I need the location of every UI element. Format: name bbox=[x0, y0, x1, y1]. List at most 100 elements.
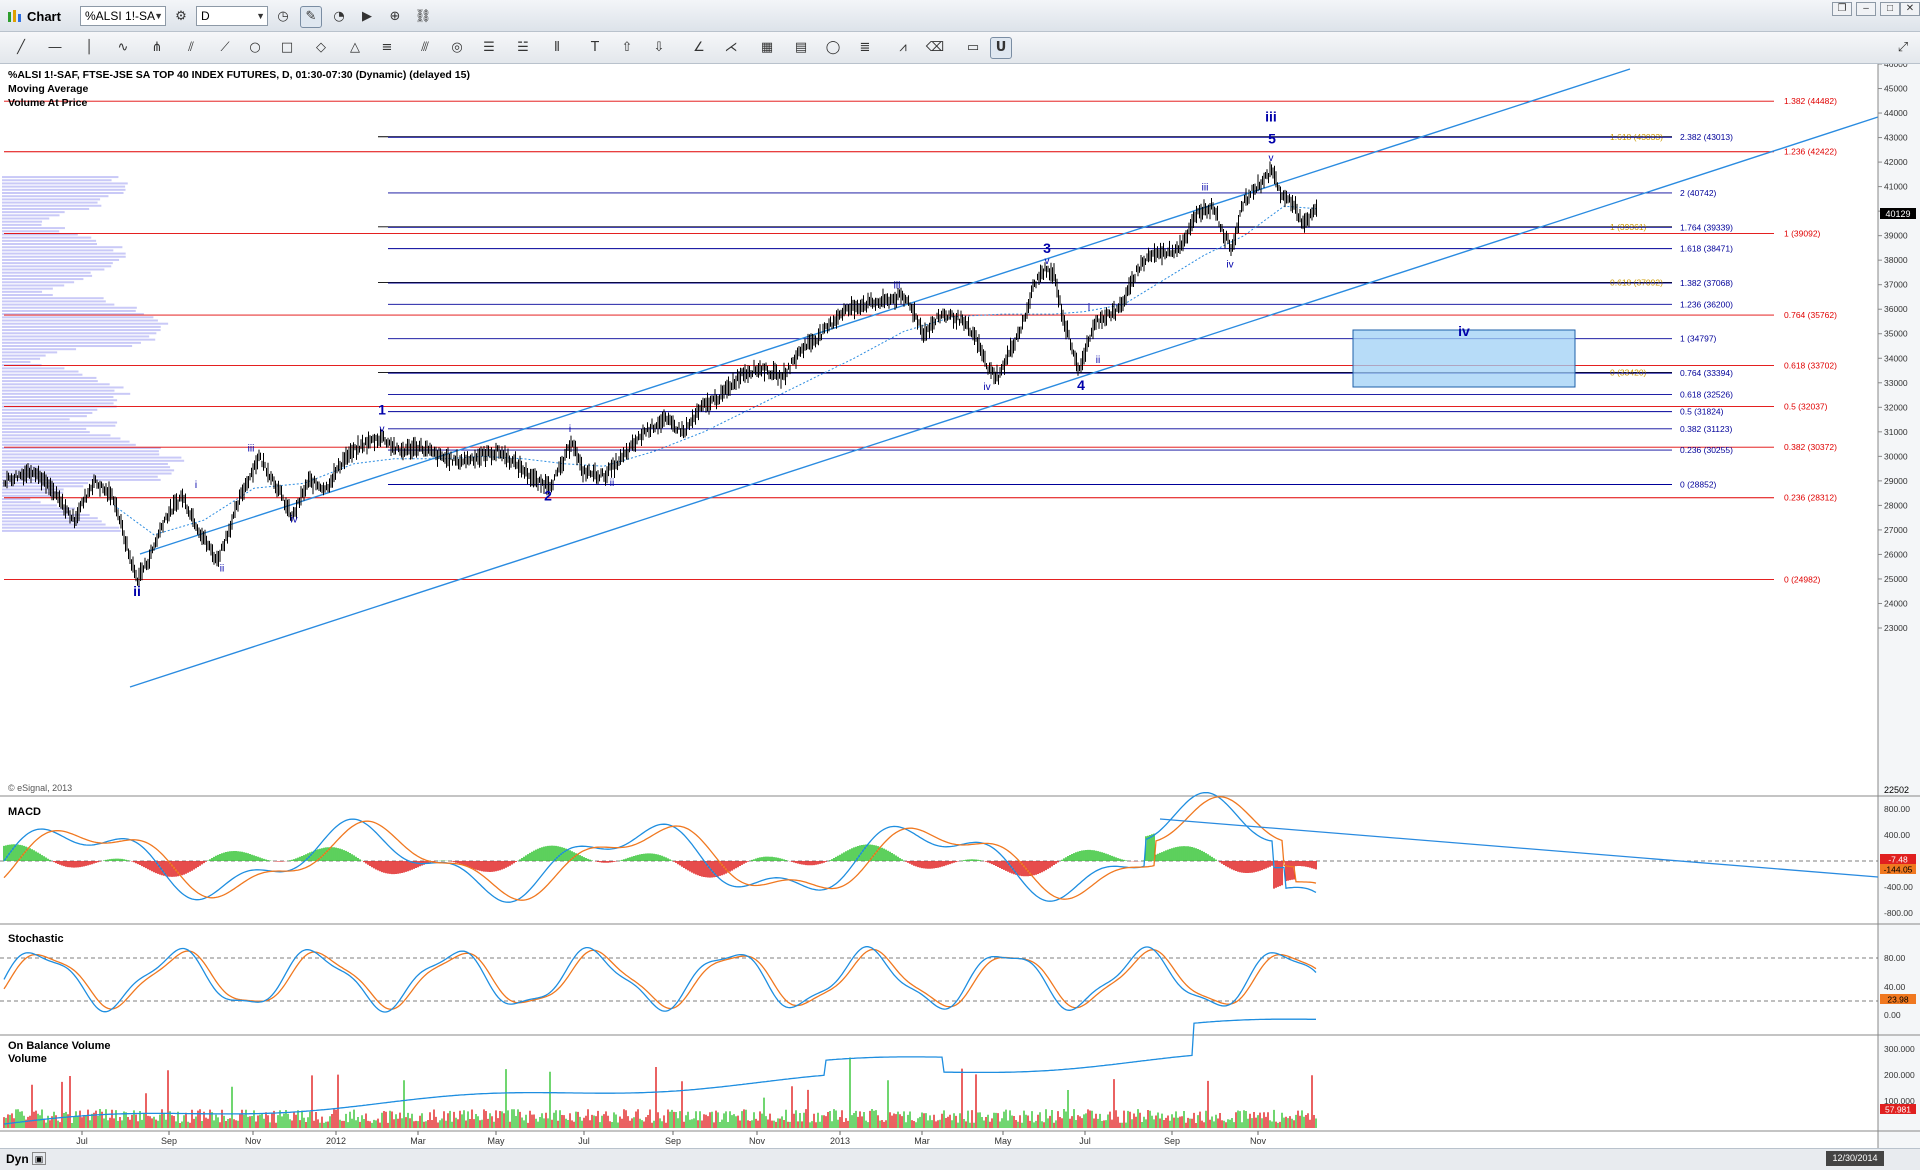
volume-at-price-bar bbox=[2, 214, 60, 217]
fib-retracement-icon[interactable]: ☰ bbox=[478, 37, 500, 59]
ellipse-icon[interactable]: ○ bbox=[244, 37, 266, 59]
pti-icon[interactable]: ≣ bbox=[854, 37, 876, 59]
clock-icon[interactable]: ◷ bbox=[272, 6, 294, 28]
link-icon[interactable]: ⛓ bbox=[412, 6, 434, 28]
macd-tick-label: -800.00 bbox=[1884, 908, 1913, 918]
wave-label: iii bbox=[248, 443, 255, 454]
time-tick-label: Jul bbox=[578, 1136, 590, 1146]
price-tick-label: 41000 bbox=[1884, 182, 1908, 192]
vertical-line-icon[interactable]: │ bbox=[78, 37, 100, 59]
fib-level-label: 0.618 (32526) bbox=[1680, 389, 1733, 399]
wave-label: v bbox=[1045, 256, 1050, 267]
pitchfork-icon[interactable]: ⋔ bbox=[146, 37, 168, 59]
fib-level-label: 0.5 (31824) bbox=[1680, 407, 1724, 417]
fib-level-label: 0.382 (30372) bbox=[1784, 442, 1837, 452]
volume-at-price-bar bbox=[2, 262, 113, 265]
zoom-icon[interactable]: ⊕ bbox=[384, 6, 406, 28]
settings-gear-icon[interactable]: ⚙ bbox=[170, 6, 192, 28]
volume-at-price-bar bbox=[2, 258, 120, 261]
fib-level-label: 1.382 (37068) bbox=[1680, 278, 1733, 288]
scroll-lock-icon[interactable]: ▣ bbox=[32, 1152, 46, 1165]
regression-icon[interactable]: ⫻ bbox=[414, 37, 436, 59]
minimize-icon[interactable]: – bbox=[1856, 2, 1876, 16]
arrow-up-icon[interactable]: ⇧ bbox=[616, 37, 638, 59]
chevron-down-icon: ▼ bbox=[154, 11, 163, 21]
cycle-icon[interactable]: ◯ bbox=[822, 37, 844, 59]
volume-at-price-bar bbox=[2, 176, 119, 179]
fib-level-label: 0.618 (33702) bbox=[1784, 361, 1837, 371]
volume-at-price-bar bbox=[2, 472, 172, 475]
obv-label: On Balance Volume bbox=[8, 1040, 111, 1052]
channel-icon[interactable]: ⫽ bbox=[180, 37, 202, 59]
volume-at-price-bar bbox=[2, 421, 118, 424]
wave-label: ii bbox=[1096, 355, 1100, 366]
price-axis-bottom-label: 22502 bbox=[1884, 785, 1909, 795]
draw-pencil-icon[interactable]: ✎ bbox=[300, 6, 322, 28]
restore-icon[interactable]: ❐ bbox=[1832, 2, 1852, 16]
volume-at-price-bar bbox=[2, 201, 98, 204]
time-tick-label: Jul bbox=[76, 1136, 88, 1146]
angle-icon[interactable]: ∠ bbox=[688, 37, 710, 59]
text-tool-icon[interactable]: T bbox=[584, 37, 606, 59]
elliott-wave-icon[interactable]: ∿ bbox=[112, 37, 134, 59]
fib-circles-icon[interactable]: ◎ bbox=[446, 37, 468, 59]
chart-area[interactable]: 1.382 (44482) 1.618 (43033) 2.382 (43013) 1… bbox=[0, 64, 1920, 1148]
wave-label: iii bbox=[1202, 182, 1209, 193]
wave-label: ii bbox=[610, 478, 614, 489]
wave-label: iv bbox=[1458, 323, 1470, 339]
fib-level-label: 1.764 (39339) bbox=[1680, 222, 1733, 232]
fib-extension-icon[interactable]: ☱ bbox=[512, 37, 534, 59]
status-bar: Dyn ▣ 12/30/2014 bbox=[0, 1148, 1920, 1170]
time-tick-label: 2013 bbox=[830, 1136, 850, 1146]
price-tick-label: 43000 bbox=[1884, 133, 1908, 143]
volume-at-price-bar bbox=[2, 501, 41, 504]
volume-at-price-bar bbox=[2, 284, 65, 287]
volume-at-price-bar bbox=[2, 367, 65, 370]
magnet-icon[interactable]: U bbox=[990, 37, 1012, 59]
volume-label: Volume bbox=[8, 1053, 47, 1065]
volume-at-price-bar bbox=[2, 322, 169, 325]
fan-icon[interactable]: ⟋ bbox=[214, 37, 236, 59]
volume-at-price-bar bbox=[2, 230, 60, 233]
volume-at-price-bar bbox=[2, 494, 54, 497]
parallel-lines-icon[interactable]: ≡ bbox=[376, 37, 398, 59]
maximize-icon[interactable]: □ bbox=[1880, 2, 1900, 16]
price-tick-label: 25000 bbox=[1884, 574, 1908, 584]
market-profile-icon[interactable]: ▤ bbox=[790, 37, 812, 59]
volume-at-price-bar bbox=[2, 396, 114, 399]
expand-icon[interactable]: ⤢ bbox=[1892, 37, 1914, 59]
volume-at-price-bar bbox=[2, 380, 98, 383]
volume-at-price-bar bbox=[2, 329, 161, 332]
close-icon[interactable]: ✕ bbox=[1900, 2, 1920, 16]
horizontal-line-icon[interactable]: ― bbox=[44, 37, 66, 59]
time-tick-label: Nov bbox=[749, 1136, 766, 1146]
fib-level-label: 2 (40742) bbox=[1680, 188, 1717, 198]
price-tick-label: 35000 bbox=[1884, 329, 1908, 339]
volume-at-price-bar bbox=[2, 227, 65, 230]
volume-at-price-bar bbox=[2, 249, 114, 252]
volume-at-price-bar bbox=[2, 290, 43, 293]
play-icon[interactable]: ▶ bbox=[356, 6, 378, 28]
gann-fan-icon[interactable]: ⋌ bbox=[720, 37, 742, 59]
interval-selector[interactable]: D ▼ bbox=[196, 6, 268, 26]
volume-at-price-bar bbox=[2, 370, 79, 373]
rectangle-icon[interactable]: □ bbox=[276, 37, 298, 59]
eraser-icon[interactable]: ⌫ bbox=[924, 37, 946, 59]
volume-at-price-bar bbox=[2, 373, 83, 376]
stochastic-label: Stochastic bbox=[8, 933, 64, 945]
volume-at-price-bar bbox=[2, 504, 57, 507]
grid-icon[interactable]: ▦ bbox=[756, 37, 778, 59]
volume-at-price-bar bbox=[2, 335, 150, 338]
speedometer-icon[interactable]: ◔ bbox=[328, 6, 350, 28]
fib-time-icon[interactable]: ⦀ bbox=[546, 37, 568, 59]
symbol-selector[interactable]: %ALSI 1!-SA ▼ bbox=[80, 6, 166, 26]
triangle-icon[interactable]: △ bbox=[344, 37, 366, 59]
diamond-icon[interactable]: ◇ bbox=[310, 37, 332, 59]
note-icon[interactable]: ▭ bbox=[962, 37, 984, 59]
trendline-icon[interactable]: ╱ bbox=[10, 37, 32, 59]
fib-level-label: 0 (33420) bbox=[1610, 367, 1647, 377]
wave-tool-icon[interactable]: ⩘ bbox=[892, 37, 914, 59]
volume-at-price-bar bbox=[2, 332, 157, 335]
volume-at-price-bar bbox=[2, 220, 43, 223]
arrow-down-icon[interactable]: ⇩ bbox=[648, 37, 670, 59]
